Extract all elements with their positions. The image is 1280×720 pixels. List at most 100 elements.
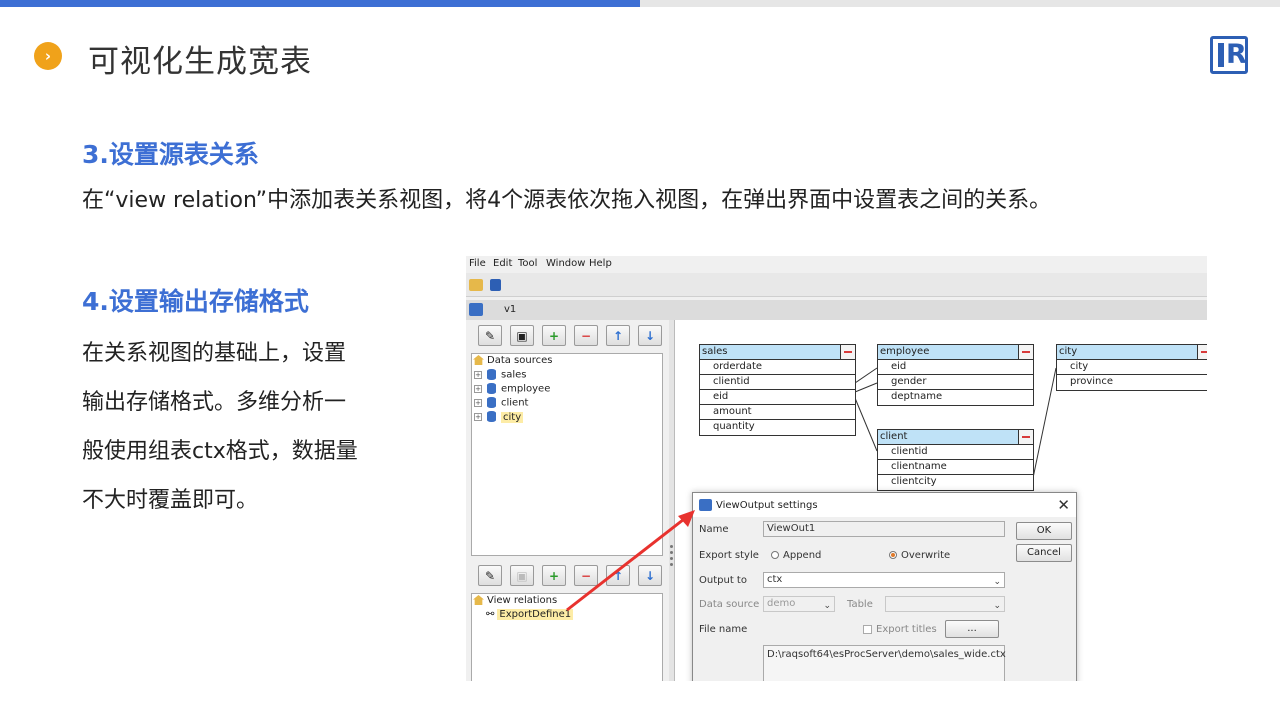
file-path-textarea[interactable]: D:\raqsoft64\esProcServer\demo\sales_wid… bbox=[763, 645, 1006, 681]
overwrite-radio[interactable]: Overwrite bbox=[889, 550, 950, 561]
dialog-titlebar[interactable]: ViewOutput settings ✕ bbox=[693, 493, 1076, 517]
field-clientcity[interactable]: clientcity bbox=[878, 475, 1033, 490]
field-eid[interactable]: eid bbox=[878, 360, 1033, 375]
edit-button[interactable]: ✎ bbox=[478, 565, 502, 586]
database-icon bbox=[487, 383, 496, 394]
file-name-label: File name bbox=[699, 624, 748, 635]
ok-button[interactable]: OK bbox=[1016, 522, 1072, 540]
view-relations-root[interactable]: View relations bbox=[473, 595, 557, 606]
menu-help[interactable]: Help bbox=[589, 258, 612, 269]
data-source-city[interactable]: + city bbox=[474, 411, 524, 423]
section4-heading: 4.设置输出存储格式 bbox=[82, 287, 309, 316]
remove-table-icon[interactable] bbox=[1197, 345, 1207, 359]
data-sources-tree: Data sources + sales + employee + client + c… bbox=[471, 353, 663, 556]
browse-button[interactable]: ... bbox=[945, 620, 999, 638]
viewoutput-settings-dialog: ViewOutput settings ✕ Name ViewOut1 OK C… bbox=[692, 492, 1077, 681]
top-progress-bar bbox=[0, 0, 1280, 7]
chevron-down-icon: ⌄ bbox=[993, 577, 1001, 587]
home-icon bbox=[473, 355, 484, 365]
remove-table-icon[interactable] bbox=[840, 345, 855, 359]
add-button[interactable]: + bbox=[542, 325, 566, 346]
cancel-button[interactable]: Cancel bbox=[1016, 544, 1072, 562]
move-down-button[interactable]: ↓ bbox=[638, 325, 662, 346]
table-city[interactable]: city city province bbox=[1056, 344, 1207, 391]
menu-tool[interactable]: Tool bbox=[518, 258, 537, 269]
table-label: Table bbox=[847, 599, 873, 610]
section3-text: 在“view relation”中添加表关系视图，将4个源表依次拖入视图，在弹出… bbox=[82, 188, 1052, 213]
field-amount[interactable]: amount bbox=[700, 405, 855, 420]
left-pane: ✎ ▣ + − ↑ ↓ Data sources + sales + employe… bbox=[466, 320, 669, 681]
view-relations-tree: View relations ⚯ ExportDefine1 bbox=[471, 593, 663, 681]
chevron-down-icon: ⌄ bbox=[993, 601, 1001, 611]
export-titles-checkbox: Export titles bbox=[863, 624, 937, 635]
data-sources-root[interactable]: Data sources bbox=[473, 355, 552, 366]
view-relation-exportdefine1[interactable]: ⚯ ExportDefine1 bbox=[486, 609, 574, 620]
data-source-employee[interactable]: + employee bbox=[474, 383, 550, 395]
database-icon bbox=[487, 397, 496, 408]
view-button-disabled: ▣ bbox=[510, 565, 534, 586]
remove-button[interactable]: − bbox=[574, 565, 598, 586]
move-up-button[interactable]: ↑ bbox=[606, 565, 630, 586]
view-tab-icon bbox=[469, 303, 483, 316]
output-to-label: Output to bbox=[699, 575, 747, 586]
close-icon[interactable]: ✕ bbox=[1057, 496, 1070, 514]
append-radio[interactable]: Append bbox=[771, 550, 821, 561]
chevron-down-icon: ⌄ bbox=[823, 601, 831, 611]
table-client[interactable]: client clientid clientname clientcity bbox=[877, 429, 1034, 491]
add-button[interactable]: + bbox=[542, 565, 566, 586]
menu-edit[interactable]: Edit bbox=[493, 258, 512, 269]
logo-bar bbox=[1218, 43, 1224, 67]
field-eid[interactable]: eid bbox=[700, 390, 855, 405]
data-source-label: Data source bbox=[699, 599, 760, 610]
field-clientid[interactable]: clientid bbox=[700, 375, 855, 390]
menu-file[interactable]: File bbox=[469, 258, 486, 269]
table-employee[interactable]: employee eid gender deptname bbox=[877, 344, 1034, 406]
logo-letter: R bbox=[1226, 39, 1247, 70]
field-city[interactable]: city bbox=[1057, 360, 1207, 375]
page-title: 可视化生成宽表 bbox=[88, 44, 312, 80]
table-sales-header: sales bbox=[700, 345, 855, 360]
remove-table-icon[interactable] bbox=[1018, 345, 1033, 359]
database-icon bbox=[487, 369, 496, 380]
tab-v1[interactable]: v1 bbox=[504, 304, 516, 315]
data-source-toolbar: ✎ ▣ + − ↑ ↓ bbox=[478, 325, 662, 347]
remove-table-icon[interactable] bbox=[1018, 430, 1033, 444]
field-orderdate[interactable]: orderdate bbox=[700, 360, 855, 375]
section4-line-4: 不大时覆盖即可。 bbox=[82, 488, 259, 513]
save-icon[interactable] bbox=[490, 279, 501, 291]
name-input[interactable]: ViewOut1 bbox=[763, 521, 1005, 537]
field-quantity[interactable]: quantity bbox=[700, 420, 855, 435]
field-gender[interactable]: gender bbox=[878, 375, 1033, 390]
data-source-select: demo ⌄ bbox=[763, 596, 835, 612]
field-province[interactable]: province bbox=[1057, 375, 1207, 390]
export-style-label: Export style bbox=[699, 550, 759, 561]
app-screenshot: File Edit Tool Window Help v1 ✎ ▣ + − ↑ … bbox=[466, 256, 1207, 681]
table-sales[interactable]: sales orderdate clientid eid amount quan… bbox=[699, 344, 856, 436]
data-source-client[interactable]: + client bbox=[474, 397, 528, 409]
section3-heading: 3.设置源表关系 bbox=[82, 140, 259, 169]
menu-window[interactable]: Window bbox=[546, 258, 585, 269]
output-to-select[interactable]: ctx ⌄ bbox=[763, 572, 1005, 588]
table-client-header: client bbox=[878, 430, 1033, 445]
field-clientname[interactable]: clientname bbox=[878, 460, 1033, 475]
chevron-right-icon: › bbox=[34, 42, 62, 70]
name-label: Name bbox=[699, 524, 729, 535]
table-city-header: city bbox=[1057, 345, 1207, 360]
view-button[interactable]: ▣ bbox=[510, 325, 534, 346]
section4-line-2: 输出存储格式。多维分析一 bbox=[82, 390, 347, 415]
data-source-sales[interactable]: + sales bbox=[474, 369, 526, 381]
table-select: ⌄ bbox=[885, 596, 1005, 612]
edit-button[interactable]: ✎ bbox=[478, 325, 502, 346]
table-employee-header: employee bbox=[878, 345, 1033, 360]
relation-icon: ⚯ bbox=[486, 609, 495, 620]
section4-line-3: 般使用组表ctx格式，数据量 bbox=[82, 439, 358, 464]
open-folder-icon[interactable] bbox=[469, 279, 483, 291]
move-up-button[interactable]: ↑ bbox=[606, 325, 630, 346]
move-down-button[interactable]: ↓ bbox=[638, 565, 662, 586]
database-icon bbox=[487, 411, 496, 422]
remove-button[interactable]: − bbox=[574, 325, 598, 346]
field-deptname[interactable]: deptname bbox=[878, 390, 1033, 405]
top-progress-fill bbox=[0, 0, 640, 7]
home-icon bbox=[473, 595, 484, 605]
field-clientid[interactable]: clientid bbox=[878, 445, 1033, 460]
